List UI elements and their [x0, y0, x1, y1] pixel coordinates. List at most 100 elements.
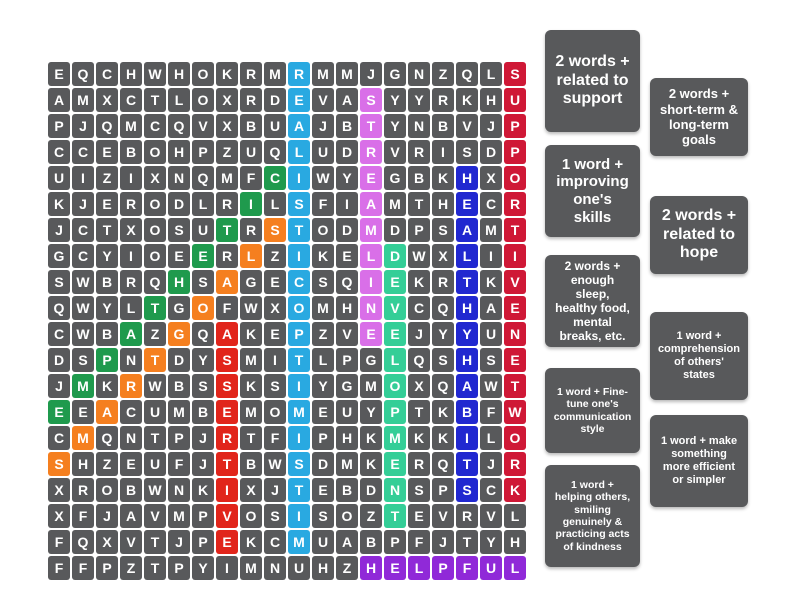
grid-cell[interactable]: P [192, 530, 214, 554]
grid-cell[interactable]: P [336, 348, 358, 372]
grid-cell[interactable]: V [336, 322, 358, 346]
grid-cell[interactable]: E [360, 166, 382, 190]
grid-cell[interactable]: M [216, 166, 238, 190]
clue-card-empathy[interactable]: 1 word + comprehension of others' states [650, 312, 748, 400]
grid-cell[interactable]: E [264, 322, 286, 346]
grid-cell[interactable]: I [288, 374, 310, 398]
grid-cell[interactable]: B [456, 400, 478, 424]
grid-cell[interactable]: D [336, 218, 358, 242]
grid-cell[interactable]: I [432, 140, 454, 164]
grid-cell[interactable]: I [288, 244, 310, 268]
grid-cell[interactable]: K [312, 244, 334, 268]
grid-cell[interactable]: A [360, 192, 382, 216]
grid-cell[interactable]: M [360, 374, 382, 398]
grid-cell[interactable]: D [360, 478, 382, 502]
grid-cell[interactable]: P [288, 322, 310, 346]
grid-cell[interactable]: J [264, 478, 286, 502]
grid-cell[interactable]: C [72, 218, 94, 242]
grid-cell[interactable]: R [504, 192, 526, 216]
grid-cell[interactable]: E [384, 452, 406, 476]
grid-cell[interactable]: C [144, 114, 166, 138]
grid-cell[interactable]: B [336, 478, 358, 502]
grid-cell[interactable]: E [264, 270, 286, 294]
grid-cell[interactable]: R [216, 192, 238, 216]
grid-cell[interactable]: T [408, 400, 430, 424]
grid-cell[interactable]: E [72, 400, 94, 424]
grid-cell[interactable]: K [360, 426, 382, 450]
grid-cell[interactable]: S [48, 270, 70, 294]
grid-cell[interactable]: B [192, 400, 214, 424]
grid-cell[interactable]: E [168, 244, 190, 268]
grid-cell[interactable]: U [144, 452, 166, 476]
grid-cell[interactable]: M [384, 426, 406, 450]
grid-cell[interactable]: J [480, 452, 502, 476]
grid-cell[interactable]: Q [144, 270, 166, 294]
grid-cell[interactable]: B [360, 530, 382, 554]
grid-cell[interactable]: V [456, 114, 478, 138]
grid-cell[interactable]: R [456, 504, 478, 528]
grid-cell[interactable]: V [144, 504, 166, 528]
grid-cell[interactable]: J [192, 452, 214, 476]
grid-cell[interactable]: H [168, 140, 190, 164]
grid-cell[interactable]: H [360, 556, 382, 580]
grid-cell[interactable]: N [408, 114, 430, 138]
grid-cell[interactable]: R [120, 270, 142, 294]
grid-cell[interactable]: J [72, 192, 94, 216]
grid-cell[interactable]: M [312, 62, 334, 86]
grid-cell[interactable]: M [168, 400, 190, 424]
grid-cell[interactable]: H [456, 166, 478, 190]
grid-cell[interactable]: R [240, 218, 262, 242]
grid-cell[interactable]: S [216, 374, 238, 398]
grid-cell[interactable]: Z [432, 62, 454, 86]
grid-cell[interactable]: H [336, 426, 358, 450]
clue-card-simplify[interactable]: 1 word + make something more efficient o… [650, 415, 748, 507]
grid-cell[interactable]: E [312, 478, 334, 502]
grid-cell[interactable]: G [384, 166, 406, 190]
grid-cell[interactable]: C [48, 426, 70, 450]
grid-cell[interactable]: U [480, 322, 502, 346]
grid-cell[interactable]: Q [456, 62, 478, 86]
grid-cell[interactable]: Q [408, 348, 430, 372]
grid-cell[interactable]: S [456, 478, 478, 502]
grid-cell[interactable]: N [168, 166, 190, 190]
grid-cell[interactable]: K [192, 478, 214, 502]
grid-cell[interactable]: E [216, 400, 238, 424]
grid-cell[interactable]: P [504, 114, 526, 138]
grid-cell[interactable]: E [120, 452, 142, 476]
grid-cell[interactable]: P [96, 348, 118, 372]
grid-cell[interactable]: H [480, 88, 502, 112]
grid-cell[interactable]: Q [168, 114, 190, 138]
grid-cell[interactable]: O [144, 244, 166, 268]
grid-cell[interactable]: C [48, 322, 70, 346]
grid-cell[interactable]: M [360, 218, 382, 242]
grid-cell[interactable]: C [288, 270, 310, 294]
grid-cell[interactable]: V [504, 270, 526, 294]
grid-cell[interactable]: T [144, 88, 166, 112]
grid-cell[interactable]: K [240, 322, 262, 346]
grid-cell[interactable]: J [408, 322, 430, 346]
grid-cell[interactable]: W [144, 374, 166, 398]
grid-cell[interactable]: N [120, 426, 142, 450]
grid-cell[interactable]: P [192, 504, 214, 528]
grid-cell[interactable]: F [408, 530, 430, 554]
grid-cell[interactable]: K [432, 166, 454, 190]
grid-cell[interactable]: Z [264, 244, 286, 268]
grid-cell[interactable]: G [168, 296, 190, 320]
grid-cell[interactable]: X [432, 244, 454, 268]
grid-cell[interactable]: D [48, 348, 70, 372]
grid-cell[interactable]: T [216, 218, 238, 242]
grid-cell[interactable]: F [264, 426, 286, 450]
grid-cell[interactable]: K [456, 88, 478, 112]
grid-cell[interactable]: W [240, 296, 262, 320]
grid-cell[interactable]: W [144, 478, 166, 502]
grid-cell[interactable]: I [456, 426, 478, 450]
grid-cell[interactable]: E [336, 244, 358, 268]
grid-cell[interactable]: M [288, 530, 310, 554]
grid-cell[interactable]: U [480, 556, 502, 580]
grid-cell[interactable]: A [336, 88, 358, 112]
grid-cell[interactable]: D [168, 192, 190, 216]
grid-cell[interactable]: G [168, 322, 190, 346]
word-search-grid[interactable]: EQCHWHOKRMRMMJGNZQLSAMXCTLOXRDEVASYYRKHU… [48, 62, 526, 582]
grid-cell[interactable]: J [48, 374, 70, 398]
grid-cell[interactable]: H [336, 296, 358, 320]
